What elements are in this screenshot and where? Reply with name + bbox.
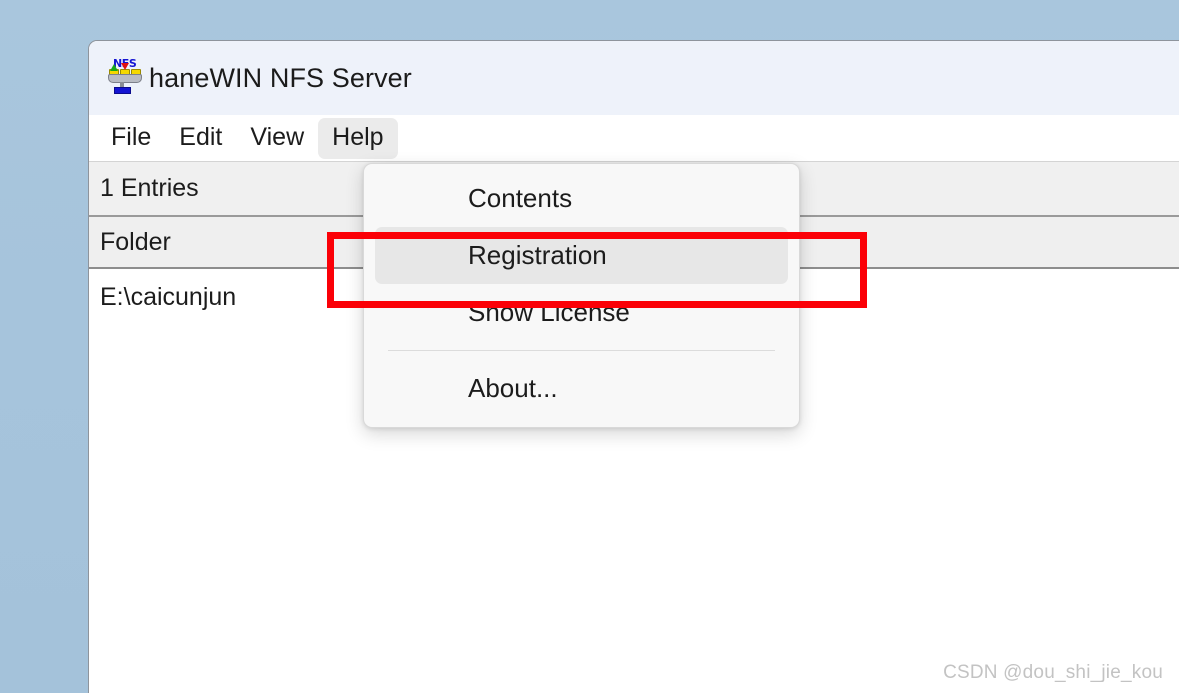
menu-option-about[interactable]: About...: [375, 360, 788, 417]
menu-separator: [388, 350, 775, 351]
list-item-folder-path: E:\caicunjun: [100, 282, 237, 311]
nfs-icon-tray: [108, 74, 142, 83]
title-bar: NFS haneWIN NFS Server: [89, 41, 1179, 115]
menu-option-contents[interactable]: Contents: [375, 170, 788, 227]
menu-option-registration[interactable]: Registration: [375, 227, 788, 284]
nfs-icon-up-arrow: [110, 64, 118, 71]
menu-option-label: About...: [468, 373, 558, 403]
menu-item-edit[interactable]: Edit: [165, 118, 236, 159]
menu-option-label: Contents: [468, 183, 573, 213]
menu-option-label: Registration: [468, 240, 607, 270]
entries-count-label: 1 Entries: [100, 174, 199, 202]
menu-item-view[interactable]: View: [236, 118, 318, 159]
watermark-text: CSDN @dou_shi_jie_kou: [943, 662, 1163, 683]
nfs-icon-down-arrow: [121, 63, 129, 70]
menu-option-label: Show License: [468, 297, 630, 327]
menu-option-show-license[interactable]: Show License: [375, 284, 788, 341]
nfs-server-icon: NFS: [105, 58, 145, 98]
nfs-icon-base: [114, 87, 131, 94]
window-title: haneWIN NFS Server: [149, 62, 412, 93]
menu-item-file[interactable]: File: [97, 118, 165, 159]
menu-bar: File Edit View Help: [89, 115, 1179, 161]
column-header-folder[interactable]: Folder: [100, 228, 171, 257]
help-dropdown-menu: Contents Registration Show License About…: [363, 163, 800, 428]
menu-item-help[interactable]: Help: [318, 117, 398, 159]
